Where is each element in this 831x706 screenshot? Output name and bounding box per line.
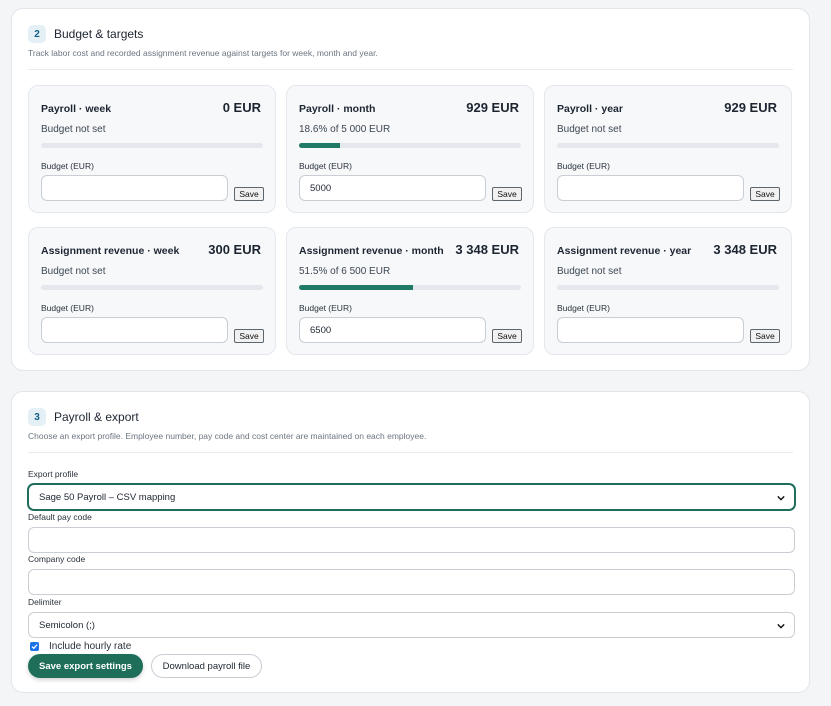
download-payroll-file-button[interactable]: Download payroll file <box>151 654 262 678</box>
card-value: 929 EUR <box>724 100 777 115</box>
chevron-down-icon <box>777 623 785 629</box>
chevron-down-icon <box>777 495 785 501</box>
progress-bar <box>557 143 779 148</box>
delimiter-select[interactable]: Semicolon (;) <box>28 612 795 638</box>
company-code-label: Company code <box>28 554 86 564</box>
card-status: 18.6% of 5 000 EUR <box>299 124 391 135</box>
card-title: Assignment revenue · week <box>41 245 180 257</box>
include-hourly-rate-row: Include hourly rate <box>30 641 131 652</box>
budget-card-payroll-week: Payroll · week 0 EUR Budget not set Budg… <box>28 85 276 213</box>
budget-input[interactable] <box>299 175 486 201</box>
budget-targets-section: 2 Budget & targets Track labor cost and … <box>11 8 810 371</box>
card-status: Budget not set <box>41 124 106 135</box>
checkmark-icon <box>31 644 38 650</box>
budget-label: Budget (EUR) <box>557 303 610 313</box>
budget-label: Budget (EUR) <box>41 303 94 313</box>
delimiter-value: Semicolon (;) <box>39 619 95 631</box>
card-status: Budget not set <box>557 124 622 135</box>
budget-card-revenue-month: Assignment revenue · month 3 348 EUR 51.… <box>286 227 534 355</box>
budget-input[interactable] <box>41 175 228 201</box>
save-export-settings-button[interactable]: Save export settings <box>28 654 143 678</box>
progress-fill <box>299 285 414 290</box>
include-hourly-rate-checkbox[interactable] <box>30 642 39 651</box>
progress-bar <box>299 143 521 148</box>
default-pay-code-input[interactable] <box>28 527 795 553</box>
budget-label: Budget (EUR) <box>299 161 352 171</box>
card-status: Budget not set <box>41 266 106 277</box>
progress-bar <box>299 285 521 290</box>
section-number-badge: 3 <box>28 408 46 426</box>
card-title: Payroll · week <box>41 103 112 115</box>
export-profile-label: Export profile <box>28 469 79 479</box>
progress-bar <box>41 143 263 148</box>
budget-input[interactable] <box>299 317 486 343</box>
budget-label: Budget (EUR) <box>557 161 610 171</box>
company-code-input[interactable] <box>28 569 795 595</box>
section-header: 3 Payroll & export <box>28 408 139 426</box>
card-title: Payroll · year <box>557 103 623 115</box>
card-status: 51.5% of 6 500 EUR <box>299 266 391 277</box>
save-button[interactable]: Save <box>750 187 780 201</box>
section-title: Payroll & export <box>54 410 139 424</box>
save-button[interactable]: Save <box>492 329 522 343</box>
card-value: 300 EUR <box>208 242 261 257</box>
export-profile-select[interactable]: Sage 50 Payroll – CSV mapping <box>28 484 795 510</box>
budget-card-revenue-year: Assignment revenue · year 3 348 EUR Budg… <box>544 227 792 355</box>
budget-card-payroll-month: Payroll · month 929 EUR 18.6% of 5 000 E… <box>286 85 534 213</box>
section-header: 2 Budget & targets <box>28 25 143 43</box>
card-status: Budget not set <box>557 266 622 277</box>
budget-card-revenue-week: Assignment revenue · week 300 EUR Budget… <box>28 227 276 355</box>
progress-bar <box>557 285 779 290</box>
progress-bar <box>41 285 263 290</box>
card-title: Assignment revenue · month <box>299 245 444 257</box>
card-value: 3 348 EUR <box>455 242 519 257</box>
budget-input[interactable] <box>557 317 744 343</box>
card-title: Assignment revenue · year <box>557 245 692 257</box>
save-button[interactable]: Save <box>234 187 264 201</box>
delimiter-label: Delimiter <box>28 597 62 607</box>
section-description: Track labor cost and recorded assignment… <box>28 48 378 58</box>
budget-input[interactable] <box>557 175 744 201</box>
default-pay-code-label: Default pay code <box>28 512 92 522</box>
budget-label: Budget (EUR) <box>299 303 352 313</box>
save-button[interactable]: Save <box>750 329 780 343</box>
section-number-badge: 2 <box>28 25 46 43</box>
card-value: 0 EUR <box>222 100 261 115</box>
section-divider <box>28 452 793 453</box>
include-hourly-rate-label: Include hourly rate <box>49 641 132 652</box>
card-value: 3 348 EUR <box>713 242 777 257</box>
budget-card-payroll-year: Payroll · year 929 EUR Budget not set Bu… <box>544 85 792 213</box>
payroll-export-section: 3 Payroll & export Choose an export prof… <box>11 391 810 693</box>
section-description: Choose an export profile. Employee numbe… <box>28 431 427 441</box>
export-profile-value: Sage 50 Payroll – CSV mapping <box>39 491 176 503</box>
section-title: Budget & targets <box>54 27 144 41</box>
progress-fill <box>299 143 341 148</box>
section-divider <box>28 69 793 70</box>
budget-input[interactable] <box>41 317 228 343</box>
save-button[interactable]: Save <box>234 329 264 343</box>
budget-label: Budget (EUR) <box>41 161 94 171</box>
card-title: Payroll · month <box>299 103 376 115</box>
save-button[interactable]: Save <box>492 187 522 201</box>
card-value: 929 EUR <box>466 100 519 115</box>
